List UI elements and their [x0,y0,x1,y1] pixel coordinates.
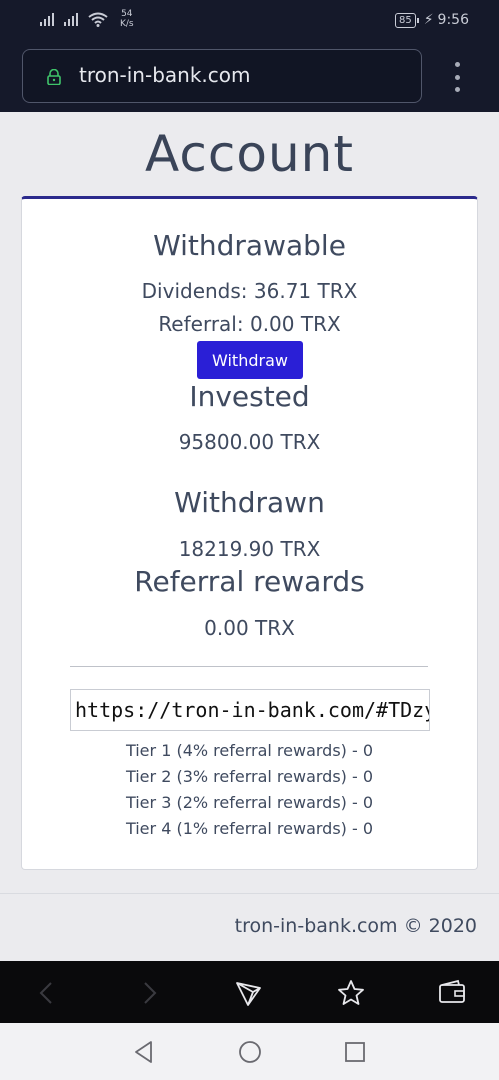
footer-divider [0,893,499,894]
lock-icon [47,69,61,85]
signal-icon [64,12,78,26]
star-icon[interactable] [336,978,366,1008]
withdrawable-heading: Withdrawable [153,229,346,262]
android-home-icon[interactable] [237,1039,263,1065]
android-recents-icon[interactable] [342,1039,368,1065]
invested-heading: Invested [189,380,310,413]
url-text: tron-in-bank.com [79,63,251,87]
tron-icon[interactable] [234,978,264,1008]
wallet-icon[interactable] [437,978,467,1008]
net-speed: 54 K/s [120,9,134,29]
tier-1: Tier 1 (4% referral rewards) - 0 [125,741,374,760]
withdraw-button[interactable]: Withdraw [197,341,303,379]
dividends-value: Dividends: 36.71 TRX [141,279,358,303]
wifi-icon [88,12,108,27]
referral-rewards-value: 0.00 TRX [204,616,295,640]
tier-2: Tier 2 (3% referral rewards) - 0 [125,767,374,786]
divider [70,666,428,667]
tier-4: Tier 4 (1% referral rewards) - 0 [125,819,374,838]
tier-3: Tier 3 (2% referral rewards) - 0 [125,793,374,812]
battery-icon: 85 [394,12,419,28]
browser-bottom-bar [0,961,499,1023]
menu-dots-icon[interactable] [451,62,463,92]
referral-rewards-heading: Referral rewards [134,565,365,598]
account-card: Withdrawable Dividends: 36.71 TRX Referr… [21,196,478,870]
address-bar[interactable]: tron-in-bank.com [22,49,422,103]
clock: 9:56 [437,12,469,28]
browser-toolbar: tron-in-bank.com [0,42,499,112]
back-arrow-icon[interactable] [32,978,62,1008]
invested-value: 95800.00 TRX [178,430,321,454]
page-title: Account [145,125,354,183]
android-nav-bar [0,1023,499,1080]
withdrawn-heading: Withdrawn [174,486,325,519]
forward-arrow-icon[interactable] [134,978,164,1008]
footer-text: tron-in-bank.com © 2020 [234,915,477,937]
android-back-icon[interactable] [131,1039,157,1065]
status-bar: 54 K/s 85 ⚡ 9:56 [0,0,499,42]
withdrawn-value: 18219.90 TRX [178,537,321,561]
referral-value: Referral: 0.00 TRX [158,312,341,336]
charging-icon: ⚡ [423,12,434,28]
referral-link-input[interactable] [70,689,430,731]
signal-icon [40,12,54,26]
